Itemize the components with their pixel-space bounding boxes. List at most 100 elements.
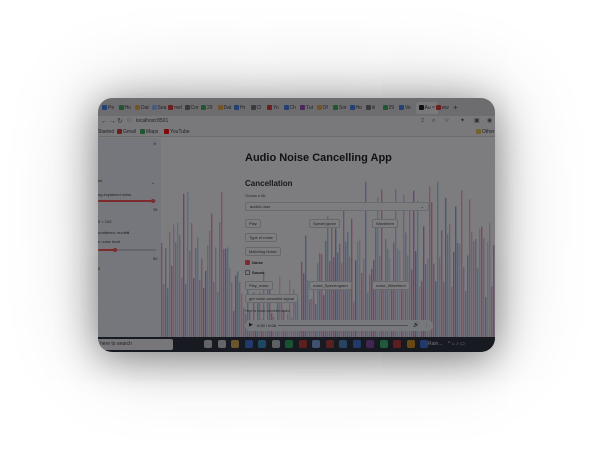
- reload-icon[interactable]: ↻: [117, 117, 123, 126]
- tray-icons[interactable]: ^ ⌂ ♪ ▭: [448, 340, 465, 348]
- taskbar-app-icon[interactable]: [217, 340, 226, 348]
- browser-tab[interactable]: Hr: [234, 102, 245, 114]
- noise-spectrogram-button[interactable]: noise_Spectrogram: [309, 281, 352, 290]
- taskbar-app-icon[interactable]: [244, 340, 253, 348]
- taskbar-app-icon[interactable]: [420, 340, 428, 348]
- share-icon[interactable]: ⇪: [420, 117, 425, 126]
- close-tab-icon[interactable]: ×: [431, 105, 435, 111]
- bookmark-item[interactable]: YouTube: [164, 128, 190, 136]
- matching-noise-button[interactable]: Matching Noise: [245, 247, 281, 256]
- slider1-knob[interactable]: [151, 199, 156, 203]
- sidebar-label-3: unaltered: modes: [98, 230, 129, 235]
- zoom-icon[interactable]: ⌕: [432, 117, 435, 126]
- spectrogram-button[interactable]: Spectrogram: [309, 219, 340, 228]
- waveform-bar: [241, 293, 243, 337]
- back-icon[interactable]: ←: [101, 117, 108, 126]
- taskbar-app-icon[interactable]: [406, 340, 415, 348]
- play-noise-button[interactable]: Play_noise: [245, 281, 273, 290]
- tray-weather[interactable]: Rain...: [428, 340, 442, 348]
- tab-label: 29: [207, 105, 213, 111]
- play-icon[interactable]: ▶: [249, 322, 253, 329]
- waveform-bar: [327, 216, 329, 337]
- taskbar-app-icon[interactable]: [352, 340, 361, 348]
- taskbar-app-icon[interactable]: [393, 340, 401, 348]
- new-tab-button[interactable]: +: [453, 102, 458, 114]
- browser-tab[interactable]: Dat: [135, 102, 149, 114]
- tab-favicon-icon: [283, 105, 289, 110]
- browser-tab[interactable]: Pe: [102, 102, 114, 114]
- window-icon[interactable]: ▣: [474, 117, 480, 126]
- more-options-icon[interactable]: ⋮: [424, 322, 429, 329]
- bookmark-item[interactable]: Started: [98, 128, 114, 136]
- url-field[interactable]: localhost:8501: [136, 117, 168, 126]
- play-button[interactable]: Play: [245, 219, 261, 228]
- taskbar-search[interactable]: here to search: [98, 339, 173, 350]
- file-select[interactable]: audio1.wav ⌄: [245, 202, 429, 211]
- bookmark-item[interactable]: Gmail: [117, 128, 136, 136]
- tab-label: mel: [174, 105, 183, 111]
- waveform-bar: [449, 223, 451, 337]
- waveform-bar: [381, 189, 383, 337]
- audio-progress-track[interactable]: [278, 325, 408, 326]
- browser-tab[interactable]: Tut: [300, 102, 313, 114]
- sound-checkbox-label: Sound: [252, 270, 265, 275]
- bookmark-item[interactable]: Maps: [140, 128, 158, 136]
- tab-favicon-icon: [118, 105, 124, 110]
- browser-tab[interactable]: Sor: [333, 102, 347, 114]
- taskbar-app-icon[interactable]: [285, 340, 293, 348]
- close-sidebar-icon[interactable]: ×: [153, 142, 157, 148]
- sound-checkbox[interactable]: [245, 270, 250, 275]
- taskbar-app-icon[interactable]: [204, 340, 212, 348]
- forward-icon[interactable]: →: [109, 117, 116, 126]
- browser-tab[interactable]: Cor: [184, 102, 199, 114]
- browser-tab[interactable]: Ch: [283, 102, 296, 114]
- browser-tab[interactable]: 29: [201, 102, 213, 114]
- taskbar: here to search Rain... ^ ⌂ ♪ ▭: [98, 337, 495, 352]
- extensions-icon[interactable]: ✦: [460, 117, 465, 126]
- profile-icon[interactable]: ◉: [487, 117, 492, 126]
- taskbar-app-icon[interactable]: [366, 340, 374, 348]
- taskbar-app-icon[interactable]: [312, 340, 320, 348]
- waveform-bar: [479, 228, 481, 337]
- waveform-bar: [459, 244, 461, 337]
- info-icon[interactable]: ⓘ: [127, 117, 132, 126]
- browser-tab[interactable]: Ho: [118, 102, 131, 114]
- get-noise-canceled-button[interactable]: get noise canceled signal: [245, 294, 298, 303]
- noise-checkbox[interactable]: [245, 260, 250, 265]
- taskbar-app-icon[interactable]: [379, 340, 388, 348]
- waveform-bar: [453, 251, 455, 337]
- browser-tab[interactable]: Yo: [267, 102, 279, 114]
- browser-tab[interactable]: iii: [366, 102, 375, 114]
- browser-tab[interactable]: Of: [316, 102, 328, 114]
- taskbar-app-icon[interactable]: [271, 340, 280, 348]
- browser-tab[interactable]: Ve: [399, 102, 411, 114]
- search-placeholder: here to search: [100, 341, 132, 347]
- browser-tab[interactable]: Sea: [151, 102, 166, 114]
- star-icon[interactable]: ☆: [444, 117, 449, 126]
- taskbar-app-icon[interactable]: [298, 340, 307, 348]
- tab-label: Hr: [240, 105, 246, 111]
- other-bookmarks[interactable]: Other: [476, 128, 495, 136]
- taskbar-app-icon[interactable]: [325, 340, 334, 348]
- tab-favicon-icon: [250, 105, 256, 110]
- browser-tab[interactable]: ww: [435, 102, 449, 114]
- tab-favicon-icon: [399, 105, 404, 110]
- slider2-knob[interactable]: [113, 248, 118, 252]
- browser-tab[interactable]: Cl: [250, 102, 261, 114]
- type-of-noise-button[interactable]: Type of noise: [245, 233, 277, 242]
- taskbar-app-icon[interactable]: [339, 340, 347, 348]
- waveform-button[interactable]: Waveform: [372, 219, 399, 228]
- browser-tab[interactable]: 29: [382, 102, 394, 114]
- browser-tab[interactable]: mel: [168, 102, 182, 114]
- noise-waveform-button[interactable]: noise_Waveform: [372, 281, 410, 290]
- volume-icon[interactable]: 🔊: [413, 322, 419, 329]
- waveform-bar: [219, 222, 221, 337]
- browser-tab[interactable]: Dat: [217, 102, 231, 114]
- chevron-down-icon[interactable]: ⌄: [151, 181, 155, 186]
- browser-tab[interactable]: Ho: [349, 102, 362, 114]
- taskbar-app-icon[interactable]: [258, 340, 266, 348]
- slider2-track[interactable]: [98, 248, 156, 252]
- bookmark-label: Started: [98, 129, 115, 135]
- taskbar-app-icon[interactable]: [231, 340, 239, 348]
- slider1-track[interactable]: [98, 199, 156, 203]
